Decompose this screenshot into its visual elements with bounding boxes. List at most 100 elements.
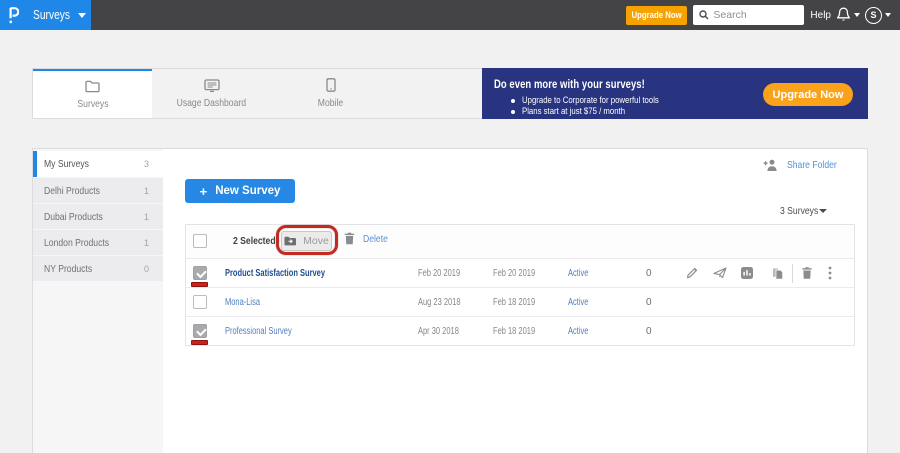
tab-bar: Surveys Usage Dashboard Mobile Do even m…	[32, 68, 868, 119]
folder-move-icon	[284, 236, 297, 246]
upgrade-now-label: Upgrade Now	[632, 10, 682, 21]
upgrade-banner: Do even more with your surveys! Upgrade …	[482, 68, 868, 119]
tab-surveys[interactable]: Surveys	[33, 69, 152, 118]
chevron-down-icon	[819, 209, 827, 213]
proprofs-logo-icon	[9, 7, 19, 24]
avatar: S	[865, 7, 882, 24]
account-menu[interactable]: S	[865, 7, 891, 24]
search-input[interactable]	[713, 9, 799, 21]
upgrade-now-button[interactable]: Upgrade Now	[626, 6, 687, 25]
new-survey-label: New Survey	[215, 185, 280, 197]
surveys-panel: Share Folder + New Survey 3 Surveys 2 Se…	[163, 149, 867, 453]
smartphone-icon	[326, 78, 336, 92]
product-switcher[interactable]: Surveys	[0, 0, 91, 30]
sidebar-item-label: London Products	[44, 237, 109, 249]
annotation-underline-row1	[191, 282, 208, 287]
status-link[interactable]: Active	[568, 297, 627, 308]
search-box[interactable]	[693, 5, 804, 25]
sidebar-item-count: 1	[144, 186, 149, 196]
sidebar-item-london-products[interactable]: London Products 1	[33, 230, 163, 255]
sidebar-item-label: Dubai Products	[44, 211, 103, 223]
bulk-actions-toolbar: 2 Selected Move	[186, 225, 854, 258]
trash-icon[interactable]	[802, 267, 813, 280]
new-survey-button[interactable]: + New Survey	[185, 179, 295, 203]
reports-icon[interactable]	[741, 267, 754, 280]
selected-count-label: 2 Selected	[233, 235, 268, 247]
date-modified: Feb 18 2019	[493, 326, 549, 337]
row-actions	[686, 288, 854, 316]
surveys-table: 2 Selected Move	[185, 224, 855, 346]
row-checkbox[interactable]	[193, 324, 207, 338]
select-all-checkbox[interactable]	[193, 234, 207, 248]
trash-icon	[344, 232, 355, 245]
tab-usage-dashboard[interactable]: Usage Dashboard	[152, 69, 271, 118]
date-modified: Feb 18 2019	[493, 297, 549, 308]
tab-label: Usage Dashboard	[177, 97, 246, 109]
help-link[interactable]: Help	[810, 10, 831, 21]
row-checkbox[interactable]	[193, 295, 207, 309]
more-options-icon[interactable]	[828, 266, 832, 280]
search-icon	[699, 10, 709, 20]
date-modified: Feb 20 2019	[493, 268, 549, 279]
banner-upgrade-button[interactable]: Upgrade Now	[763, 83, 853, 106]
row-actions	[686, 317, 854, 345]
tab-mobile[interactable]: Mobile	[271, 69, 390, 118]
chevron-down-icon	[854, 13, 860, 17]
date-created: Aug 23 2018	[418, 297, 474, 308]
notifications-menu[interactable]	[836, 7, 860, 23]
edit-icon[interactable]	[686, 267, 699, 280]
sidebar-item-dubai-products[interactable]: Dubai Products 1	[33, 204, 163, 229]
sidebar-item-count: 1	[144, 212, 149, 222]
banner-title-text: Do even more with your surveys!	[494, 79, 645, 91]
topbar: Surveys Upgrade Now Help S	[0, 0, 900, 30]
folder-icon	[85, 80, 101, 93]
survey-name-link[interactable]: Product Satisfaction Survey	[225, 268, 370, 279]
share-folder-link[interactable]: Share Folder	[763, 159, 837, 171]
chevron-down-icon	[885, 13, 891, 17]
share-folder-label: Share Folder	[787, 159, 828, 171]
row-checkbox[interactable]	[193, 266, 207, 280]
tab-label: Mobile	[318, 97, 343, 109]
responses-count: 0	[646, 297, 686, 308]
plus-icon: +	[200, 184, 208, 199]
sidebar-item-delhi-products[interactable]: Delhi Products 1	[33, 178, 163, 203]
sidebar-item-my-surveys[interactable]: My Surveys 3	[33, 151, 163, 177]
surveys-count-dropdown[interactable]: 3 Surveys	[780, 205, 827, 217]
status-link[interactable]: Active	[568, 268, 627, 279]
delete-button[interactable]: Delete	[344, 232, 393, 245]
banner-bullet: Plans start at just $75 / month	[494, 106, 868, 117]
survey-name-link[interactable]: Professional Survey	[225, 326, 370, 337]
date-created: Apr 30 2018	[418, 326, 474, 337]
copy-icon[interactable]	[772, 267, 784, 280]
sidebar-item-label: Delhi Products	[44, 185, 100, 197]
survey-name-link[interactable]: Mona-Lisa	[225, 297, 370, 308]
topbar-actions: Upgrade Now Help S	[626, 5, 891, 25]
responses-count: 0	[646, 326, 686, 337]
folders-sidebar: My Surveys 3 Delhi Products 1 Dubai Prod…	[33, 149, 163, 453]
status-link[interactable]: Active	[568, 326, 627, 337]
tab-label: Surveys	[77, 98, 108, 110]
content-card: My Surveys 3 Delhi Products 1 Dubai Prod…	[32, 148, 868, 453]
survey-row: Product Satisfaction Survey Feb 20 2019 …	[186, 258, 854, 287]
delete-label: Delete	[363, 233, 388, 245]
sidebar-item-label: NY Products	[44, 263, 92, 275]
person-add-icon	[763, 159, 778, 171]
responses-count: 0	[646, 268, 686, 279]
sidebar-item-count: 0	[144, 264, 149, 274]
sidebar-item-count: 3	[144, 159, 149, 169]
send-icon[interactable]	[713, 267, 727, 279]
annotation-underline-row3	[191, 340, 208, 345]
surveys-count-label: 3 Surveys	[780, 205, 807, 217]
move-button[interactable]: Move	[281, 231, 332, 251]
divider	[792, 264, 793, 283]
tab-bar-spacer	[390, 69, 482, 118]
sidebar-item-ny-products[interactable]: NY Products 0	[33, 256, 163, 281]
chevron-down-icon	[78, 13, 86, 18]
product-name: Surveys	[33, 8, 63, 22]
move-label: Move	[303, 235, 329, 247]
survey-row: Professional Survey Apr 30 2018 Feb 18 2…	[186, 316, 854, 345]
banner-bullet-text: Plans start at just $75 / month	[522, 106, 625, 117]
date-created: Feb 20 2019	[418, 268, 474, 279]
dashboard-icon	[204, 79, 220, 92]
banner-bullet-text: Upgrade to Corporate for powerful tools	[522, 95, 659, 106]
